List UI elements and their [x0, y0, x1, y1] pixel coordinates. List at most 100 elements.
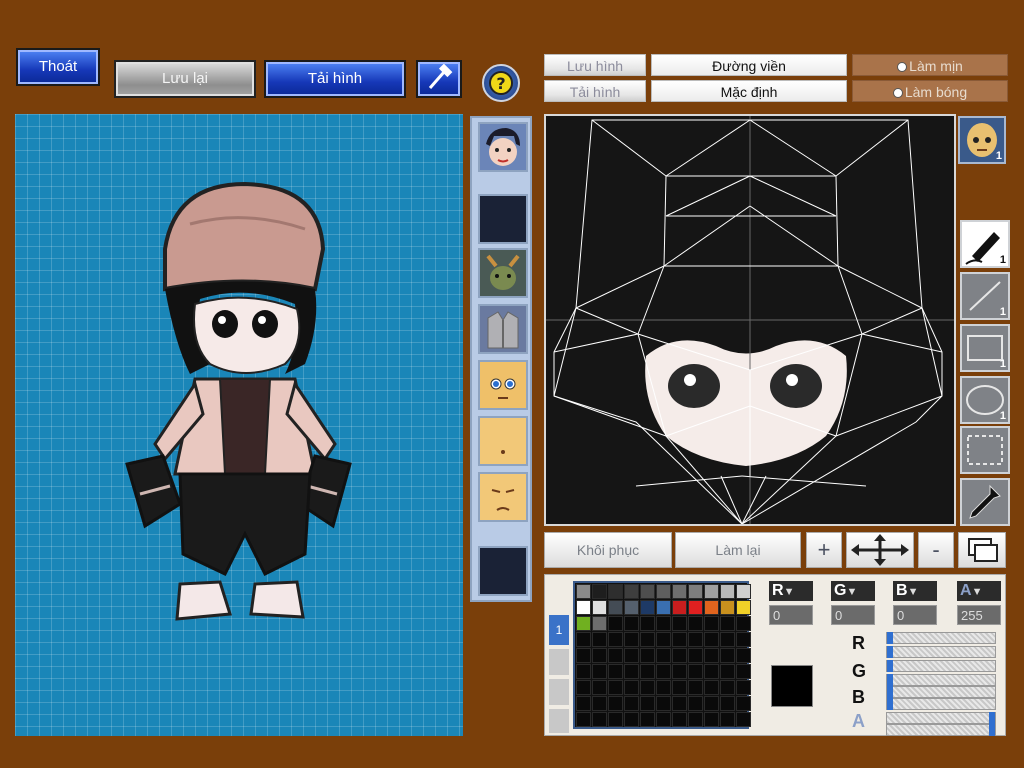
help-button[interactable]: ?	[482, 64, 520, 102]
palette-swatch[interactable]	[608, 648, 623, 663]
palette-swatch[interactable]	[608, 584, 623, 599]
palette-swatch[interactable]	[704, 648, 719, 663]
palette-side-tab-active[interactable]: 1	[549, 615, 569, 645]
palette-swatch[interactable]	[576, 680, 591, 695]
palette-swatch[interactable]	[688, 584, 703, 599]
palette-swatch[interactable]	[576, 664, 591, 679]
r-value-field[interactable]: 0	[769, 605, 813, 625]
part-slot-hair[interactable]	[478, 122, 528, 172]
palette-swatch[interactable]	[624, 696, 639, 711]
palette-swatch[interactable]	[640, 584, 655, 599]
tab-load-image[interactable]: Tải hình	[544, 80, 646, 102]
exit-button[interactable]: Thoát	[16, 48, 100, 86]
palette-swatch[interactable]	[656, 664, 671, 679]
palette-swatch[interactable]	[672, 648, 687, 663]
part-slot-goat-mask[interactable]	[478, 248, 528, 298]
ellipse-tool[interactable]: 1	[960, 376, 1010, 424]
palette-swatch[interactable]	[592, 584, 607, 599]
palette-swatch[interactable]	[608, 632, 623, 647]
palette-swatch[interactable]	[592, 648, 607, 663]
palette-swatch[interactable]	[656, 648, 671, 663]
part-slot-jacket[interactable]	[478, 304, 528, 354]
palette-swatch[interactable]	[624, 632, 639, 647]
palette-swatch[interactable]	[736, 664, 751, 679]
palette-swatch[interactable]	[640, 600, 655, 615]
r-channel-label[interactable]: R▼	[769, 581, 813, 601]
palette-swatch[interactable]	[704, 616, 719, 631]
palette-swatch[interactable]	[656, 680, 671, 695]
palette-swatch[interactable]	[704, 696, 719, 711]
palette-swatch[interactable]	[656, 616, 671, 631]
palette-swatch[interactable]	[704, 712, 719, 727]
palette-swatch[interactable]	[720, 632, 735, 647]
b-slider[interactable]	[886, 686, 996, 698]
palette-swatch[interactable]	[704, 584, 719, 599]
palette-swatch[interactable]	[672, 616, 687, 631]
palette-swatch[interactable]	[720, 696, 735, 711]
shade-option[interactable]: Làm bóng	[852, 80, 1008, 102]
palette-swatch[interactable]	[736, 712, 751, 727]
palette-swatch[interactable]	[704, 680, 719, 695]
b-slider-track-2[interactable]	[886, 698, 996, 710]
palette-swatch[interactable]	[688, 664, 703, 679]
palette-swatch[interactable]	[656, 696, 671, 711]
palette-swatch[interactable]	[736, 648, 751, 663]
palette-swatch[interactable]	[592, 616, 607, 631]
palette-swatch[interactable]	[704, 664, 719, 679]
load-image-button[interactable]: Tải hình	[264, 60, 406, 98]
palette-swatch[interactable]	[736, 616, 751, 631]
palette-swatch[interactable]	[608, 696, 623, 711]
palette-swatch[interactable]	[624, 712, 639, 727]
palette-swatch[interactable]	[656, 584, 671, 599]
palette-swatch[interactable]	[672, 696, 687, 711]
palette-swatch[interactable]	[720, 648, 735, 663]
b-value-field[interactable]: 0	[893, 605, 937, 625]
palette-swatch[interactable]	[688, 600, 703, 615]
a-slider[interactable]	[886, 712, 996, 724]
palette-swatch[interactable]	[640, 680, 655, 695]
palette-swatch[interactable]	[576, 696, 591, 711]
palette-side-tab[interactable]	[549, 709, 569, 733]
move-button[interactable]	[846, 532, 914, 568]
smooth-radio[interactable]	[897, 62, 908, 73]
zoom-in-button[interactable]: +	[806, 532, 842, 568]
a-value-field[interactable]: 255	[957, 605, 1001, 625]
palette-swatch[interactable]	[608, 712, 623, 727]
rectangle-tool[interactable]: 1	[960, 324, 1010, 372]
palette-swatch[interactable]	[576, 600, 591, 615]
palette-swatch[interactable]	[624, 680, 639, 695]
palette-swatch[interactable]	[688, 696, 703, 711]
palette-swatch[interactable]	[688, 616, 703, 631]
palette-swatch[interactable]	[672, 584, 687, 599]
palette-swatch[interactable]	[640, 648, 655, 663]
eyedropper-tool[interactable]	[960, 478, 1010, 526]
palette-swatch[interactable]	[704, 600, 719, 615]
palette-swatch[interactable]	[624, 616, 639, 631]
tab-save-image[interactable]: Lưu hình	[544, 54, 646, 76]
part-slot-frown-face[interactable]	[478, 472, 528, 522]
palette-swatch[interactable]	[720, 664, 735, 679]
palette-swatch[interactable]	[672, 712, 687, 727]
palette-swatch[interactable]	[576, 584, 591, 599]
palette-swatch[interactable]	[736, 680, 751, 695]
g-slider-knob[interactable]	[887, 660, 893, 672]
palette-swatch[interactable]	[736, 632, 751, 647]
r-slider-knob[interactable]	[887, 632, 893, 644]
palette-swatch[interactable]	[640, 696, 655, 711]
palette-swatch[interactable]	[736, 584, 751, 599]
palette-swatch[interactable]	[688, 680, 703, 695]
outline-tab[interactable]: Đường viền	[651, 54, 847, 76]
restore-button[interactable]: Khôi phục	[544, 532, 672, 568]
zoom-out-button[interactable]: -	[918, 532, 954, 568]
line-tool[interactable]: 1	[960, 272, 1010, 320]
palette-swatch[interactable]	[640, 664, 655, 679]
palette-swatch[interactable]	[720, 584, 735, 599]
palette-swatch[interactable]	[608, 616, 623, 631]
palette-swatch[interactable]	[592, 696, 607, 711]
palette-swatch[interactable]	[608, 664, 623, 679]
g-slider-track-2[interactable]	[886, 674, 996, 686]
palette-swatch[interactable]	[672, 632, 687, 647]
part-slot-face-blue-eyes[interactable]	[478, 360, 528, 410]
part-slot-empty-2[interactable]	[478, 546, 528, 596]
palette-swatch[interactable]	[688, 648, 703, 663]
